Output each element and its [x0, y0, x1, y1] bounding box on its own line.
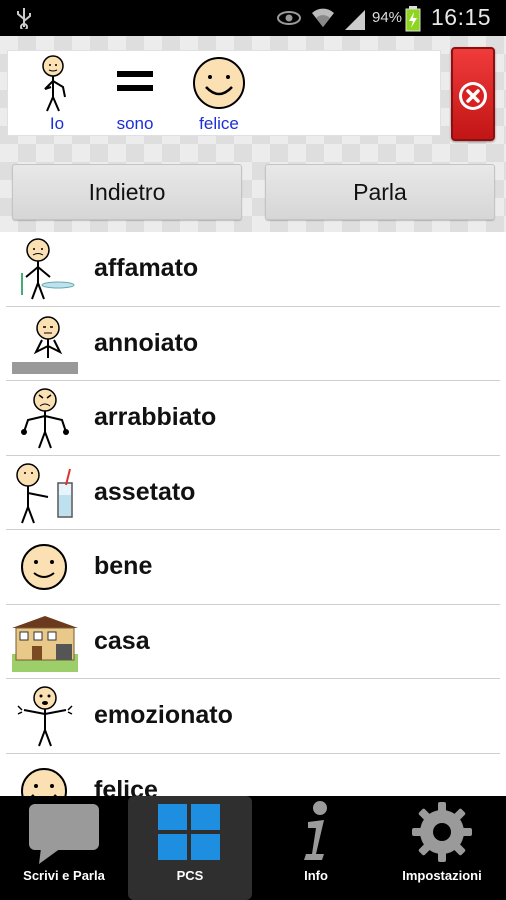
speech-bubble-icon — [29, 804, 99, 864]
list-item-affamato[interactable]: affamato — [6, 232, 500, 307]
list-item-label: affamato — [94, 254, 199, 282]
sentence-word: felice — [199, 114, 239, 133]
tab-label: Impostazioni — [402, 868, 482, 883]
battery-charging-icon — [405, 6, 421, 32]
clock: 16:15 — [431, 4, 492, 30]
equals-icon — [117, 71, 153, 91]
tab-scrivi-e-parla[interactable]: Scrivi e Parla — [2, 796, 126, 900]
hungry-person-icon — [21, 238, 75, 300]
sentence-symbol-sono[interactable]: sono — [102, 53, 168, 137]
sentence-symbol-felice[interactable]: felice — [186, 53, 252, 137]
status-bar: 94% 16:15 — [0, 0, 506, 36]
tab-impostazioni[interactable]: Impostazioni — [380, 796, 504, 900]
tab-info[interactable]: Info — [254, 796, 378, 900]
angry-person-icon — [21, 388, 69, 449]
list-item-bene[interactable]: bene — [6, 530, 500, 605]
usb-icon — [17, 8, 31, 29]
sentence-area: Io sono felice Indietro Parla — [0, 36, 506, 232]
list-item-assetato[interactable]: assetato — [6, 456, 500, 530]
bottom-tab-bar: Scrivi e Parla PCS Info Impostazioni — [0, 796, 506, 900]
clear-sentence-button[interactable] — [451, 47, 495, 141]
smiling-face-icon — [21, 544, 67, 590]
list-item-label: casa — [94, 626, 150, 655]
list-item-annoiato[interactable]: annoiato — [6, 307, 500, 381]
house-icon — [12, 615, 78, 672]
info-icon — [304, 801, 327, 860]
gear-icon — [412, 802, 472, 862]
wifi-icon — [312, 8, 334, 27]
thirsty-person-icon — [16, 462, 73, 523]
list-item-felice[interactable]: felice — [6, 754, 500, 797]
sentence-strip[interactable]: Io sono felice — [7, 50, 441, 136]
tab-label: PCS — [176, 868, 204, 883]
list-item-emozionato[interactable]: emozionato — [6, 679, 500, 754]
signal-icon — [345, 10, 365, 30]
close-icon — [459, 82, 487, 110]
list-item-label: bene — [94, 552, 153, 580]
speak-button[interactable]: Parla — [265, 164, 495, 220]
happy-face-icon — [193, 57, 245, 109]
tab-label: Info — [304, 868, 328, 883]
list-item-arrabbiato[interactable]: arrabbiato — [6, 381, 500, 456]
list-item-casa[interactable]: casa — [6, 605, 500, 679]
list-item-label: emozionato — [94, 701, 233, 729]
excited-person-icon — [17, 686, 73, 747]
tab-label: Scrivi e Parla — [23, 868, 105, 883]
person-pointing-self-icon — [42, 55, 66, 112]
list-item-label: assetato — [94, 477, 196, 506]
sentence-word: sono — [116, 114, 154, 133]
bored-person-icon — [12, 315, 78, 374]
eye-icon — [277, 11, 301, 25]
sentence-symbol-io[interactable]: Io — [24, 53, 90, 137]
list-item-label: annoiato — [94, 328, 199, 357]
battery-percent: 94% — [372, 9, 403, 26]
grid-icon — [158, 804, 220, 860]
tab-pcs[interactable]: PCS — [128, 796, 252, 900]
list-item-label: felice — [94, 775, 158, 797]
sentence-word: Io — [49, 114, 65, 133]
happy-face-icon — [21, 767, 67, 796]
back-button[interactable]: Indietro — [12, 164, 242, 220]
list-item-label: arrabbiato — [94, 403, 217, 431]
word-list[interactable]: affamato annoiato arrabbiato assetato be… — [0, 232, 506, 796]
